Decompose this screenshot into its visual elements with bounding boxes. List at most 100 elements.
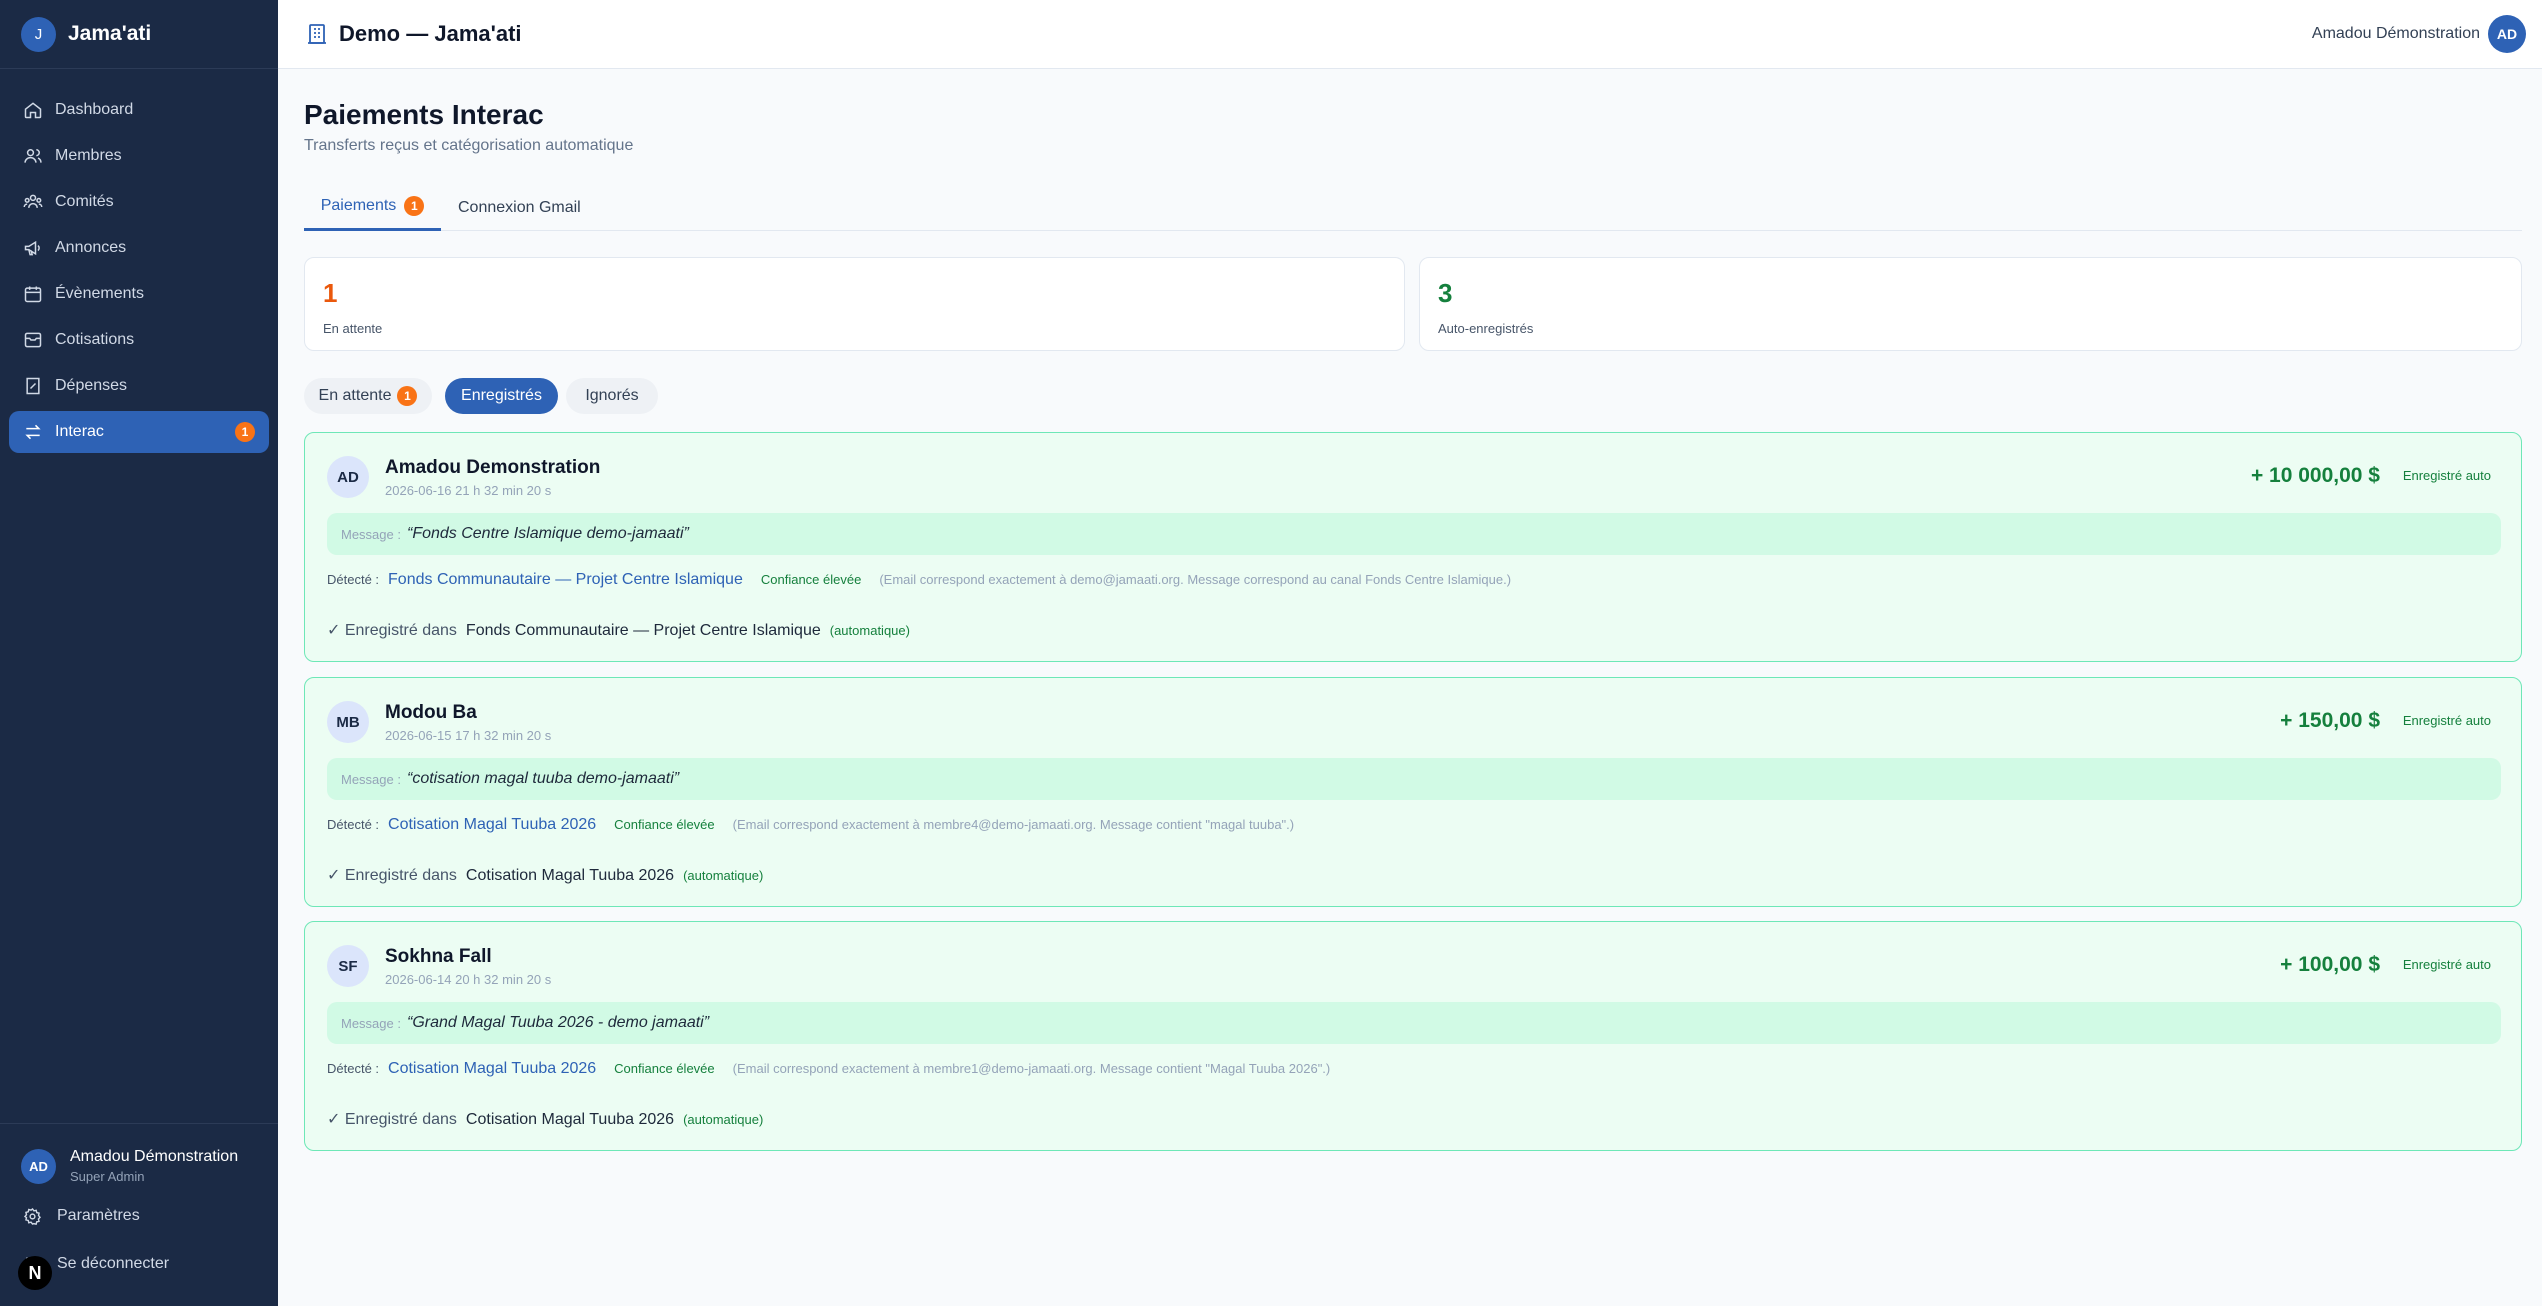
sidebar-item-label: Dashboard — [55, 101, 134, 118]
sidebar-item-interac[interactable]: Interac 1 — [9, 411, 269, 453]
recorded-fund: Cotisation Magal Tuuba 2026 — [465, 1111, 675, 1128]
auto-tag: (automatique) — [683, 1112, 764, 1127]
message-label: Message : — [341, 526, 401, 542]
payer-name: Amadou Demonstration — [385, 457, 601, 478]
sidebar-user[interactable]: AD Amadou Démonstration Super Admin — [0, 1124, 278, 1184]
confidence-badge: Confiance élevée — [760, 572, 862, 587]
topbar-user-name[interactable]: Amadou Démonstration — [2312, 25, 2480, 43]
tab-label: Paiements — [320, 197, 397, 214]
detected-fund-link[interactable]: Cotisation Magal Tuuba 2026 — [388, 1060, 596, 1078]
sidebar-item-membres[interactable]: Membres — [9, 135, 269, 177]
filter-label: Ignorés — [585, 387, 639, 404]
topbar: Demo — Jama'ati Amadou Démonstration AD — [278, 0, 2542, 69]
auto-tag: (automatique) — [683, 868, 764, 883]
avatar: AD — [21, 1148, 56, 1184]
payment-date: 2026-06-16 21 h 32 min 20 s — [385, 483, 552, 498]
status-badge: Enregistré auto — [2402, 957, 2491, 972]
n-badge[interactable]: N — [18, 1256, 52, 1290]
filter-enregistres[interactable]: Enregistrés — [445, 378, 558, 414]
status-badge: Enregistré auto — [2402, 468, 2491, 483]
archive-icon — [23, 330, 43, 350]
message-text: “Fonds Centre Islamique demo-jamaati” — [406, 525, 689, 542]
message-text: “Grand Magal Tuuba 2026 - demo jamaati” — [406, 1014, 710, 1031]
payment-card[interactable]: MB Modou Ba 2026-06-15 17 h 32 min 20 s … — [304, 677, 2522, 907]
sidebar-item-label: Comités — [55, 193, 114, 210]
sidebar-item-comites[interactable]: Comités — [9, 181, 269, 223]
detected-label: Détecté : — [327, 1061, 380, 1076]
calendar-icon — [23, 284, 43, 304]
stat-value: 1 — [323, 278, 338, 308]
payment-message: Message : “cotisation magal tuuba demo-j… — [327, 758, 2501, 800]
detection-row: Détecté : Cotisation Magal Tuuba 2026 Co… — [327, 816, 1294, 834]
settings-label: Paramètres — [57, 1207, 140, 1224]
payment-card[interactable]: SF Sokhna Fall 2026-06-14 20 h 32 min 20… — [304, 921, 2522, 1151]
payment-amount: + 100,00 $ — [2280, 953, 2380, 976]
payer-name: Modou Ba — [385, 702, 477, 723]
detection-row: Détecté : Fonds Communautaire — Projet C… — [327, 571, 1511, 589]
sidebar-item-cotisations[interactable]: Cotisations — [9, 319, 269, 361]
sidebar-item-evenements[interactable]: Évènements — [9, 273, 269, 315]
receipt-icon — [23, 376, 43, 396]
sidebar-item-label: Annonces — [55, 239, 127, 256]
payment-amount: + 10 000,00 $ — [2250, 464, 2380, 487]
user-role: Super Admin — [70, 1169, 145, 1184]
user-name: Amadou Démonstration — [70, 1148, 239, 1165]
stat-card-pending: 1 En attente — [304, 257, 1405, 351]
megaphone-icon — [23, 238, 43, 258]
tab-connexion-gmail[interactable]: Connexion Gmail — [458, 184, 581, 231]
detection-reason: (Email correspond exactement à demo@jama… — [879, 572, 1512, 587]
sidebar-item-label: Interac — [55, 423, 104, 440]
tab-paiements[interactable]: Paiements 1 — [304, 184, 441, 231]
page-header-title: Demo — Jama'ati — [339, 21, 522, 46]
brand[interactable]: J Jama'ati — [0, 0, 278, 69]
detected-label: Détecté : — [327, 817, 380, 832]
settings-link[interactable]: Paramètres — [0, 1201, 278, 1231]
building-icon — [308, 24, 326, 44]
recorded-row: ✓ Enregistré dans Fonds Communautaire — … — [327, 620, 910, 640]
payment-date: 2026-06-14 20 h 32 min 20 s — [385, 972, 552, 987]
recorded-fund: Cotisation Magal Tuuba 2026 — [465, 867, 675, 884]
gear-icon — [23, 1207, 41, 1225]
committees-icon — [23, 192, 43, 212]
transfer-icon — [23, 422, 43, 442]
confidence-badge: Confiance élevée — [614, 817, 715, 832]
recorded-row: ✓ Enregistré dans Cotisation Magal Tuuba… — [327, 865, 763, 885]
avatar: SF — [327, 945, 369, 987]
payment-date: 2026-06-15 17 h 32 min 20 s — [385, 728, 552, 743]
recorded-label: ✓ Enregistré dans — [327, 622, 457, 639]
message-label: Message : — [341, 1015, 401, 1031]
recorded-label: ✓ Enregistré dans — [327, 867, 457, 884]
brand-logo: J — [21, 16, 56, 52]
detected-fund-link[interactable]: Cotisation Magal Tuuba 2026 — [388, 816, 596, 834]
sidebar-item-annonces[interactable]: Annonces — [9, 227, 269, 269]
payment-card[interactable]: AD Amadou Demonstration 2026-06-16 21 h … — [304, 432, 2522, 662]
avatar[interactable]: AD — [2488, 15, 2526, 53]
stat-label: En attente — [323, 321, 383, 336]
auto-tag: (automatique) — [829, 623, 910, 638]
payment-message: Message : “Grand Magal Tuuba 2026 - demo… — [327, 1002, 2501, 1044]
stat-label: Auto-enregistrés — [1438, 321, 1534, 336]
stat-value: 3 — [1438, 278, 1453, 308]
stat-card-auto: 3 Auto-enregistrés — [1419, 257, 2522, 351]
sidebar-item-depenses[interactable]: Dépenses — [9, 365, 269, 407]
interac-count-badge: 1 — [235, 422, 255, 442]
filter-label: Enregistrés — [461, 387, 542, 404]
sidebar-item-label: Membres — [55, 147, 122, 164]
filter-ignores[interactable]: Ignorés — [566, 378, 658, 414]
sidebar-item-label: Dépenses — [55, 377, 128, 394]
detection-reason: (Email correspond exactement à membre1@d… — [732, 1061, 1331, 1076]
sidebar-item-dashboard[interactable]: Dashboard — [9, 89, 269, 131]
detected-label: Détecté : — [327, 572, 380, 587]
detected-fund-link[interactable]: Fonds Communautaire — Projet Centre Isla… — [388, 571, 743, 589]
app-name: Jama'ati — [68, 22, 152, 45]
sidebar-footer: AD Amadou Démonstration Super Admin Para… — [0, 1123, 278, 1306]
status-badge: Enregistré auto — [2402, 713, 2491, 728]
sidebar: J Jama'ati Dashboard Membres Comités Ann… — [0, 0, 278, 1306]
sidebar-item-label: Cotisations — [55, 331, 135, 348]
tab-label: Connexion Gmail — [458, 198, 581, 216]
tab-count-badge: 1 — [404, 196, 425, 216]
recorded-label: ✓ Enregistré dans — [327, 1111, 457, 1128]
home-icon — [23, 100, 43, 120]
filter-en-attente[interactable]: En attente 1 — [304, 378, 432, 414]
page-subtitle: Transferts reçus et catégorisation autom… — [304, 137, 634, 154]
